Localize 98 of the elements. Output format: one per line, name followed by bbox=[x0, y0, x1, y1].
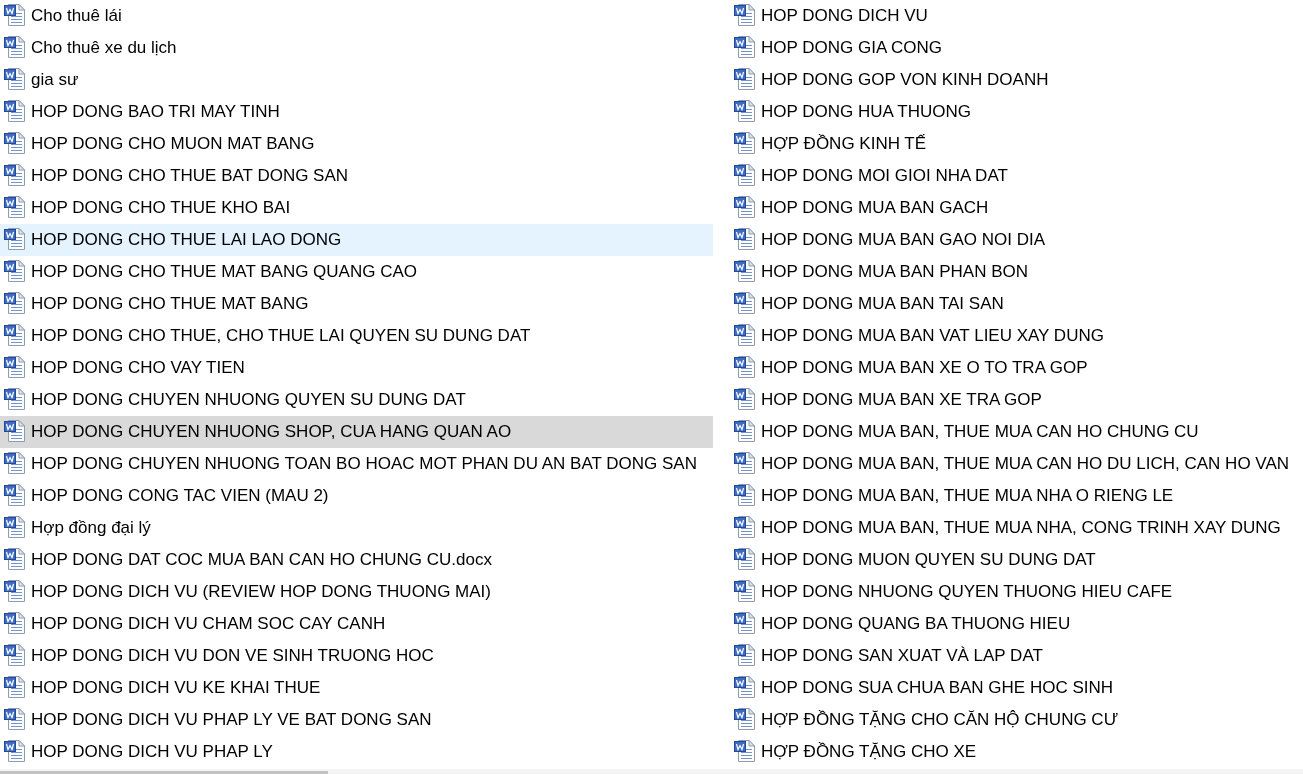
file-item[interactable]: HOP DONG CHUYEN NHUONG TOAN BO HOAC MOT PHAN DU AN BAT DONG SAN bbox=[0, 448, 713, 480]
file-item[interactable]: HOP DONG CHO THUE MAT BANG QUANG CAO bbox=[0, 256, 713, 288]
file-item[interactable]: HOP DONG MUA BAN PHAN BON bbox=[730, 256, 1303, 288]
file-item[interactable]: HOP DONG MUA BAN GACH bbox=[730, 192, 1303, 224]
document-icon bbox=[734, 356, 756, 378]
document-icon bbox=[734, 388, 756, 410]
file-item[interactable]: HOP DONG MUA BAN, THUE MUA NHA, CONG TRINH XAY DUNG bbox=[730, 512, 1303, 544]
document-icon bbox=[4, 324, 26, 346]
file-item[interactable]: HOP DONG QUANG BA THUONG HIEU bbox=[730, 608, 1303, 640]
file-item[interactable]: HOP DONG SAN XUAT VÀ LAP DAT bbox=[730, 640, 1303, 672]
file-item[interactable]: HỢP ĐỒNG KINH TẾ bbox=[730, 128, 1303, 160]
file-item[interactable]: HOP DONG GOP VON KINH DOANH bbox=[730, 64, 1303, 96]
document-icon bbox=[4, 228, 26, 250]
file-item[interactable]: HOP DONG DICH VU bbox=[730, 0, 1303, 32]
document-icon bbox=[4, 740, 26, 762]
document-icon bbox=[4, 548, 26, 570]
file-item[interactable]: HOP DONG DICH VU PHAP LY bbox=[0, 736, 713, 768]
document-icon bbox=[4, 452, 26, 474]
file-item[interactable]: HOP DONG NHUONG QUYEN THUONG HIEU CAFE bbox=[730, 576, 1303, 608]
document-icon bbox=[4, 420, 26, 442]
file-item[interactable]: HOP DONG DICH VU KE KHAI THUE bbox=[0, 672, 713, 704]
file-item[interactable]: HOP DONG DICH VU DON VE SINH TRUONG HOC bbox=[0, 640, 713, 672]
file-item[interactable]: HOP DONG HUA THUONG bbox=[730, 96, 1303, 128]
document-icon bbox=[4, 132, 26, 154]
document-icon bbox=[4, 580, 26, 602]
document-icon bbox=[4, 4, 26, 26]
file-item[interactable]: Cho thuê lái bbox=[0, 0, 713, 32]
file-item[interactable]: Cho thuê xe du lịch bbox=[0, 32, 713, 64]
document-icon bbox=[4, 292, 26, 314]
file-item[interactable]: HỢP ĐỒNG TẶNG CHO XE bbox=[730, 736, 1303, 768]
file-item[interactable]: HOP DONG CHO THUE LAI LAO DONG bbox=[0, 224, 713, 256]
file-item[interactable]: HOP DONG MUA BAN VAT LIEU XAY DUNG bbox=[730, 320, 1303, 352]
document-icon bbox=[4, 100, 26, 122]
file-item[interactable]: HOP DONG CHUYEN NHUONG QUYEN SU DUNG DAT bbox=[0, 384, 713, 416]
document-icon bbox=[734, 196, 756, 218]
document-icon bbox=[734, 676, 756, 698]
file-item[interactable]: HOP DONG GIA CONG bbox=[730, 32, 1303, 64]
file-item[interactable]: HOP DONG BAO TRI MAY TINH bbox=[0, 96, 713, 128]
document-icon bbox=[4, 612, 26, 634]
file-item[interactable]: HOP DONG MUA BAN, THUE MUA NHA O RIENG LE bbox=[730, 480, 1303, 512]
file-item[interactable]: gia sư bbox=[0, 64, 713, 96]
file-item[interactable]: HOP DONG MUA BAN, THUE MUA CAN HO CHUNG CU bbox=[730, 416, 1303, 448]
file-item[interactable]: HOP DONG MUON QUYEN SU DUNG DAT bbox=[730, 544, 1303, 576]
document-icon bbox=[4, 356, 26, 378]
document-icon bbox=[4, 708, 26, 730]
document-icon bbox=[4, 36, 26, 58]
document-icon bbox=[734, 324, 756, 346]
document-icon bbox=[734, 708, 756, 730]
file-item[interactable]: Hợp đồng đại lý bbox=[0, 512, 713, 544]
file-item[interactable]: HOP DONG CHUYEN NHUONG SHOP, CUA HANG QUAN AO bbox=[0, 416, 713, 448]
file-item[interactable]: HOP DONG MOI GIOI NHA DAT bbox=[730, 160, 1303, 192]
file-item[interactable]: HOP DONG CONG TAC VIEN (MAU 2) bbox=[0, 480, 713, 512]
document-icon bbox=[734, 260, 756, 282]
document-icon bbox=[734, 612, 756, 634]
document-icon bbox=[4, 164, 26, 186]
scrollbar-thumb[interactable] bbox=[0, 771, 328, 774]
file-item[interactable]: HOP DONG CHO THUE, CHO THUE LAI QUYEN SU DUNG DAT bbox=[0, 320, 713, 352]
document-icon bbox=[734, 420, 756, 442]
file-item[interactable]: HOP DONG CHO MUON MAT BANG bbox=[0, 128, 713, 160]
document-icon bbox=[734, 228, 756, 250]
file-item[interactable]: HOP DONG CHO THUE BAT DONG SAN bbox=[0, 160, 713, 192]
file-item[interactable]: HOP DONG CHO THUE KHO BAI bbox=[0, 192, 713, 224]
file-item[interactable]: HOP DONG SUA CHUA BAN GHE HOC SINH bbox=[730, 672, 1303, 704]
file-item[interactable]: HOP DONG CHO VAY TIEN bbox=[0, 352, 713, 384]
document-icon bbox=[734, 644, 756, 666]
horizontal-scrollbar[interactable] bbox=[0, 769, 1303, 774]
file-item[interactable]: HOP DONG MUA BAN XE O TO TRA GOP bbox=[730, 352, 1303, 384]
document-icon bbox=[734, 164, 756, 186]
document-icon bbox=[734, 580, 756, 602]
document-icon bbox=[734, 68, 756, 90]
file-item[interactable]: HOP DONG DICH VU CHAM SOC CAY CANH bbox=[0, 608, 713, 640]
file-item[interactable]: HOP DONG DICH VU PHAP LY VE BAT DONG SAN bbox=[0, 704, 713, 736]
document-icon bbox=[734, 740, 756, 762]
document-icon bbox=[734, 292, 756, 314]
document-icon bbox=[4, 388, 26, 410]
file-item[interactable]: HOP DONG CHO THUE MAT BANG bbox=[0, 288, 713, 320]
document-icon bbox=[734, 484, 756, 506]
document-icon bbox=[4, 196, 26, 218]
document-icon bbox=[4, 68, 26, 90]
document-icon bbox=[734, 36, 756, 58]
document-icon bbox=[734, 516, 756, 538]
document-icon bbox=[4, 644, 26, 666]
file-item[interactable]: HOP DONG DICH VU (REVIEW HOP DONG THUONG MAI) bbox=[0, 576, 713, 608]
file-item[interactable]: HOP DONG MUA BAN GAO NOI DIA bbox=[730, 224, 1303, 256]
document-icon bbox=[734, 548, 756, 570]
document-icon bbox=[4, 516, 26, 538]
document-icon bbox=[4, 484, 26, 506]
file-item[interactable]: HOP DONG MUA BAN TAI SAN bbox=[730, 288, 1303, 320]
document-icon bbox=[4, 676, 26, 698]
file-item[interactable]: HOP DONG MUA BAN, THUE MUA CAN HO DU LICH, CAN HO VAN bbox=[730, 448, 1303, 480]
document-icon bbox=[734, 452, 756, 474]
document-icon bbox=[734, 4, 756, 26]
document-icon bbox=[734, 132, 756, 154]
file-item[interactable]: HỢP ĐỒNG TẶNG CHO CĂN HỘ CHUNG CƯ bbox=[730, 704, 1303, 736]
document-icon bbox=[4, 260, 26, 282]
document-icon bbox=[734, 100, 756, 122]
file-item[interactable]: HOP DONG DAT COC MUA BAN CAN HO CHUNG CU.docx bbox=[0, 544, 713, 576]
file-item[interactable]: HOP DONG MUA BAN XE TRA GOP bbox=[730, 384, 1303, 416]
